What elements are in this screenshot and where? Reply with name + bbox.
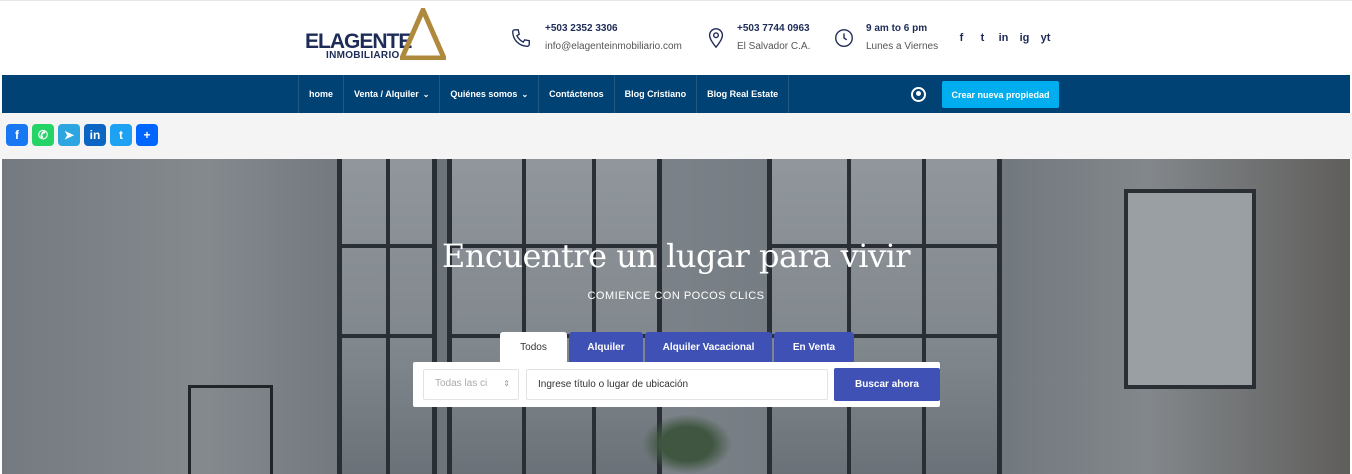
contact-phone-email: +503 2352 3306 info@elagenteinmobiliario… [510,23,690,57]
search-form: Todas las ci ⇕ Ingrese título o lugar de… [413,362,940,407]
share-linkedin-icon[interactable]: in [84,124,106,146]
location-pin-icon [708,28,724,49]
share-bar: f ✆ ➤ in t + [0,113,1352,159]
top-header: ELAGENTE INMOBILIARIO +503 2352 3306 inf… [0,0,1352,75]
hero-title: Encuentre un lugar para vivir [441,237,911,275]
search-button[interactable]: Buscar ahora [834,368,940,401]
nav-item-venta-alquiler[interactable]: Venta / Alquiler ⌄ [344,75,441,113]
nav-item-label: Quiénes somos [450,89,518,99]
share-buttons: f ✆ ➤ in t + [6,124,158,146]
phone-number-2[interactable]: +503 7744 0963 [737,23,810,34]
facebook-icon[interactable]: f [955,31,968,45]
select-arrows-icon: ⇕ [503,379,510,388]
business-hours: 9 am to 6 pm Lunes a Viernes [833,23,943,57]
nav-item-home[interactable]: home [298,75,345,113]
days-text: Lunes a Viernes [866,41,939,52]
share-more-icon[interactable]: + [136,124,158,146]
share-facebook-icon[interactable]: f [6,124,28,146]
linkedin-icon[interactable]: in [997,31,1010,45]
phone-number-1[interactable]: +503 2352 3306 [545,23,618,34]
nav-item-blog-cristiano[interactable]: Blog Cristiano [615,75,698,113]
tab-alquiler[interactable]: Alquiler [569,332,643,362]
share-twitter-icon[interactable]: t [110,124,132,146]
nav-item-blog-real-estate[interactable]: Blog Real Estate [697,75,790,113]
city-select[interactable]: Todas las ci ⇕ [423,369,519,400]
tab-todos[interactable]: Todos [500,332,567,362]
nav-item-contactenos[interactable]: Contáctenos [539,75,615,113]
social-links: f t in ig yt [955,31,1052,45]
nav-item-label: Blog Cristiano [624,89,687,99]
twitter-icon[interactable]: t [976,31,989,45]
hero-subtitle: COMIENCE CON POCOS CLICS [587,290,765,302]
nav-item-quienes-somos[interactable]: Quiénes somos ⌄ [440,75,540,113]
instagram-icon[interactable]: ig [1018,31,1031,45]
chevron-down-icon: ⌄ [422,89,430,99]
contact-phone-location: +503 7744 0963 El Salvador C.A. [705,23,825,57]
create-property-button[interactable]: Crear nueva propiedad [942,81,1059,108]
share-whatsapp-icon[interactable]: ✆ [32,124,54,146]
hours-text: 9 am to 6 pm [866,23,928,34]
search-input[interactable]: Ingrese título o lugar de ubicación [526,369,828,400]
youtube-icon[interactable]: yt [1039,31,1052,45]
hero-overlay [2,159,1350,474]
nav-item-label: Blog Real Estate [707,89,779,99]
nav-item-label: Contáctenos [549,89,604,99]
logo-triangle-icon [400,8,446,60]
tab-en-venta[interactable]: En Venta [774,332,854,362]
clock-icon [835,29,853,47]
hero-banner: Encuentre un lugar para vivir COMIENCE C… [2,159,1350,474]
city-select-value: Todas las ci [435,378,488,389]
location-text: El Salvador C.A. [737,41,811,52]
nav-item-label: Venta / Alquiler [354,89,419,99]
share-telegram-icon[interactable]: ➤ [58,124,80,146]
nav-item-label: home [309,89,334,99]
tab-alquiler-vacacional[interactable]: Alquiler Vacacional [645,332,772,362]
user-account-icon[interactable] [911,87,926,102]
site-logo[interactable]: ELAGENTE INMOBILIARIO [305,8,446,61]
search-tabs: Todos Alquiler Alquiler Vacacional En Ve… [500,332,854,362]
logo-subtitle: INMOBILIARIO [326,50,400,61]
email-address[interactable]: info@elagenteinmobiliario.com [545,41,682,52]
main-navigation: home Venta / Alquiler ⌄ Quiénes somos ⌄ Co… [2,75,1350,113]
nav-menu: home Venta / Alquiler ⌄ Quiénes somos ⌄ Co… [298,75,790,113]
chevron-down-icon: ⌄ [521,89,529,99]
phone-icon [512,29,530,47]
